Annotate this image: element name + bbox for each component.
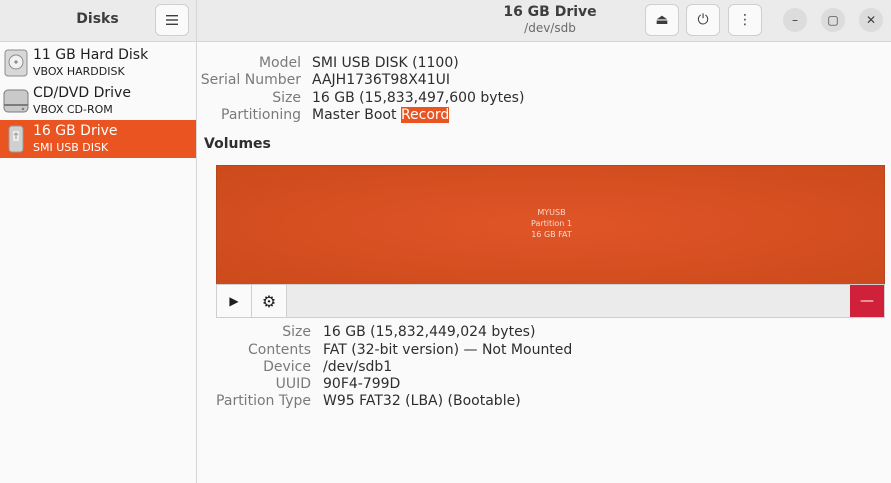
partition-size-value: 16 GB (15,832,449,024 bytes): [323, 324, 536, 340]
mount-button[interactable]: ▶: [217, 285, 252, 317]
partitioning-value-text: Master Boot: [312, 107, 401, 123]
size-label: Size: [272, 90, 301, 106]
gear-icon: ⚙: [261, 291, 277, 311]
eject-button[interactable]: ⏏: [645, 4, 679, 36]
power-icon: ⏻: [697, 12, 709, 28]
drive-item-usb[interactable]: 16 GB Drive SMI USB DISK: [0, 120, 196, 158]
close-button[interactable]: ✕: [859, 8, 883, 32]
partition-settings-button[interactable]: ⚙: [252, 285, 287, 317]
eject-icon: ⏏: [655, 12, 669, 28]
contents-label: Contents: [248, 342, 311, 358]
model-label: Model: [258, 55, 301, 71]
drive-sidebar: 11 GB Hard Disk VBOX HARDDISK CD/DVD Dri…: [0, 42, 197, 483]
drive-model: SMI USB DISK: [33, 141, 109, 154]
minimize-icon: –: [792, 13, 798, 27]
partition-name: Partition 1: [531, 219, 572, 228]
contents-value: FAT (32-bit version) — Not Mounted: [323, 342, 573, 358]
partition-block[interactable]: MYUSB Partition 1 16 GB FAT: [216, 165, 885, 284]
partition-type-label: Partition Type: [216, 393, 311, 409]
minimize-button[interactable]: –: [783, 8, 807, 32]
sidebar-header: Disks: [0, 0, 197, 42]
minus-icon: —: [860, 293, 874, 309]
maximize-icon: ▢: [827, 13, 839, 27]
drive-model: VBOX CD-ROM: [33, 103, 113, 116]
window-subtitle: /dev/sdb: [524, 21, 576, 35]
close-icon: ✕: [865, 13, 877, 27]
serial-label: Serial Number: [200, 72, 301, 88]
more-actions-button[interactable]: ⋮: [728, 4, 762, 36]
partitioning-highlight: Record: [400, 107, 450, 123]
drive-name: 16 GB Drive: [33, 123, 118, 139]
model-value: SMI USB DISK (1100): [312, 55, 459, 71]
hard-disk-icon: [4, 49, 28, 77]
serial-value: AAJH1736T98X41UI: [312, 72, 450, 88]
partitioning-label: Partitioning: [221, 107, 301, 123]
header-bar: Disks 16 GB Drive /dev/sdb ⏏ ⏻ ⋮ – ▢ ✕: [0, 0, 891, 42]
volume-toolbar: ▶ ⚙ —: [216, 284, 885, 318]
device-value: /dev/sdb1: [323, 359, 393, 375]
power-off-button[interactable]: ⏻: [686, 4, 720, 36]
usb-drive-icon: [8, 125, 24, 153]
play-icon: ▶: [229, 294, 239, 308]
more-vertical-icon: ⋮: [738, 12, 752, 28]
drive-item-cd-dvd[interactable]: CD/DVD Drive VBOX CD-ROM: [0, 82, 196, 120]
optical-drive-icon: [3, 89, 29, 113]
drive-name: 11 GB Hard Disk: [33, 47, 149, 63]
drive-item-hard-disk[interactable]: 11 GB Hard Disk VBOX HARDDISK: [0, 44, 196, 82]
volumes-heading: Volumes: [204, 136, 271, 152]
window-title-block: 16 GB Drive /dev/sdb: [470, 4, 630, 36]
partition-type-value: W95 FAT32 (LBA) (Bootable): [323, 393, 521, 409]
window-title: 16 GB Drive: [503, 4, 597, 20]
drive-model: VBOX HARDDISK: [33, 65, 125, 78]
delete-partition-button[interactable]: —: [850, 285, 884, 317]
partition-label: MYUSB: [537, 208, 566, 217]
drive-name: CD/DVD Drive: [33, 85, 131, 101]
drive-details-panel: Model SMI USB DISK (1100) Serial Number …: [198, 42, 891, 483]
hamburger-menu-icon: [166, 15, 178, 25]
menu-button[interactable]: [155, 4, 189, 36]
uuid-label: UUID: [275, 376, 311, 392]
partition-size: 16 GB FAT: [531, 230, 572, 239]
size-value: 16 GB (15,833,497,600 bytes): [312, 90, 525, 106]
maximize-button[interactable]: ▢: [821, 8, 845, 32]
partitioning-value: Master Boot Record: [312, 107, 450, 124]
device-label: Device: [263, 359, 311, 375]
partition-size-label: Size: [282, 324, 311, 340]
uuid-value: 90F4-799D: [323, 376, 401, 392]
